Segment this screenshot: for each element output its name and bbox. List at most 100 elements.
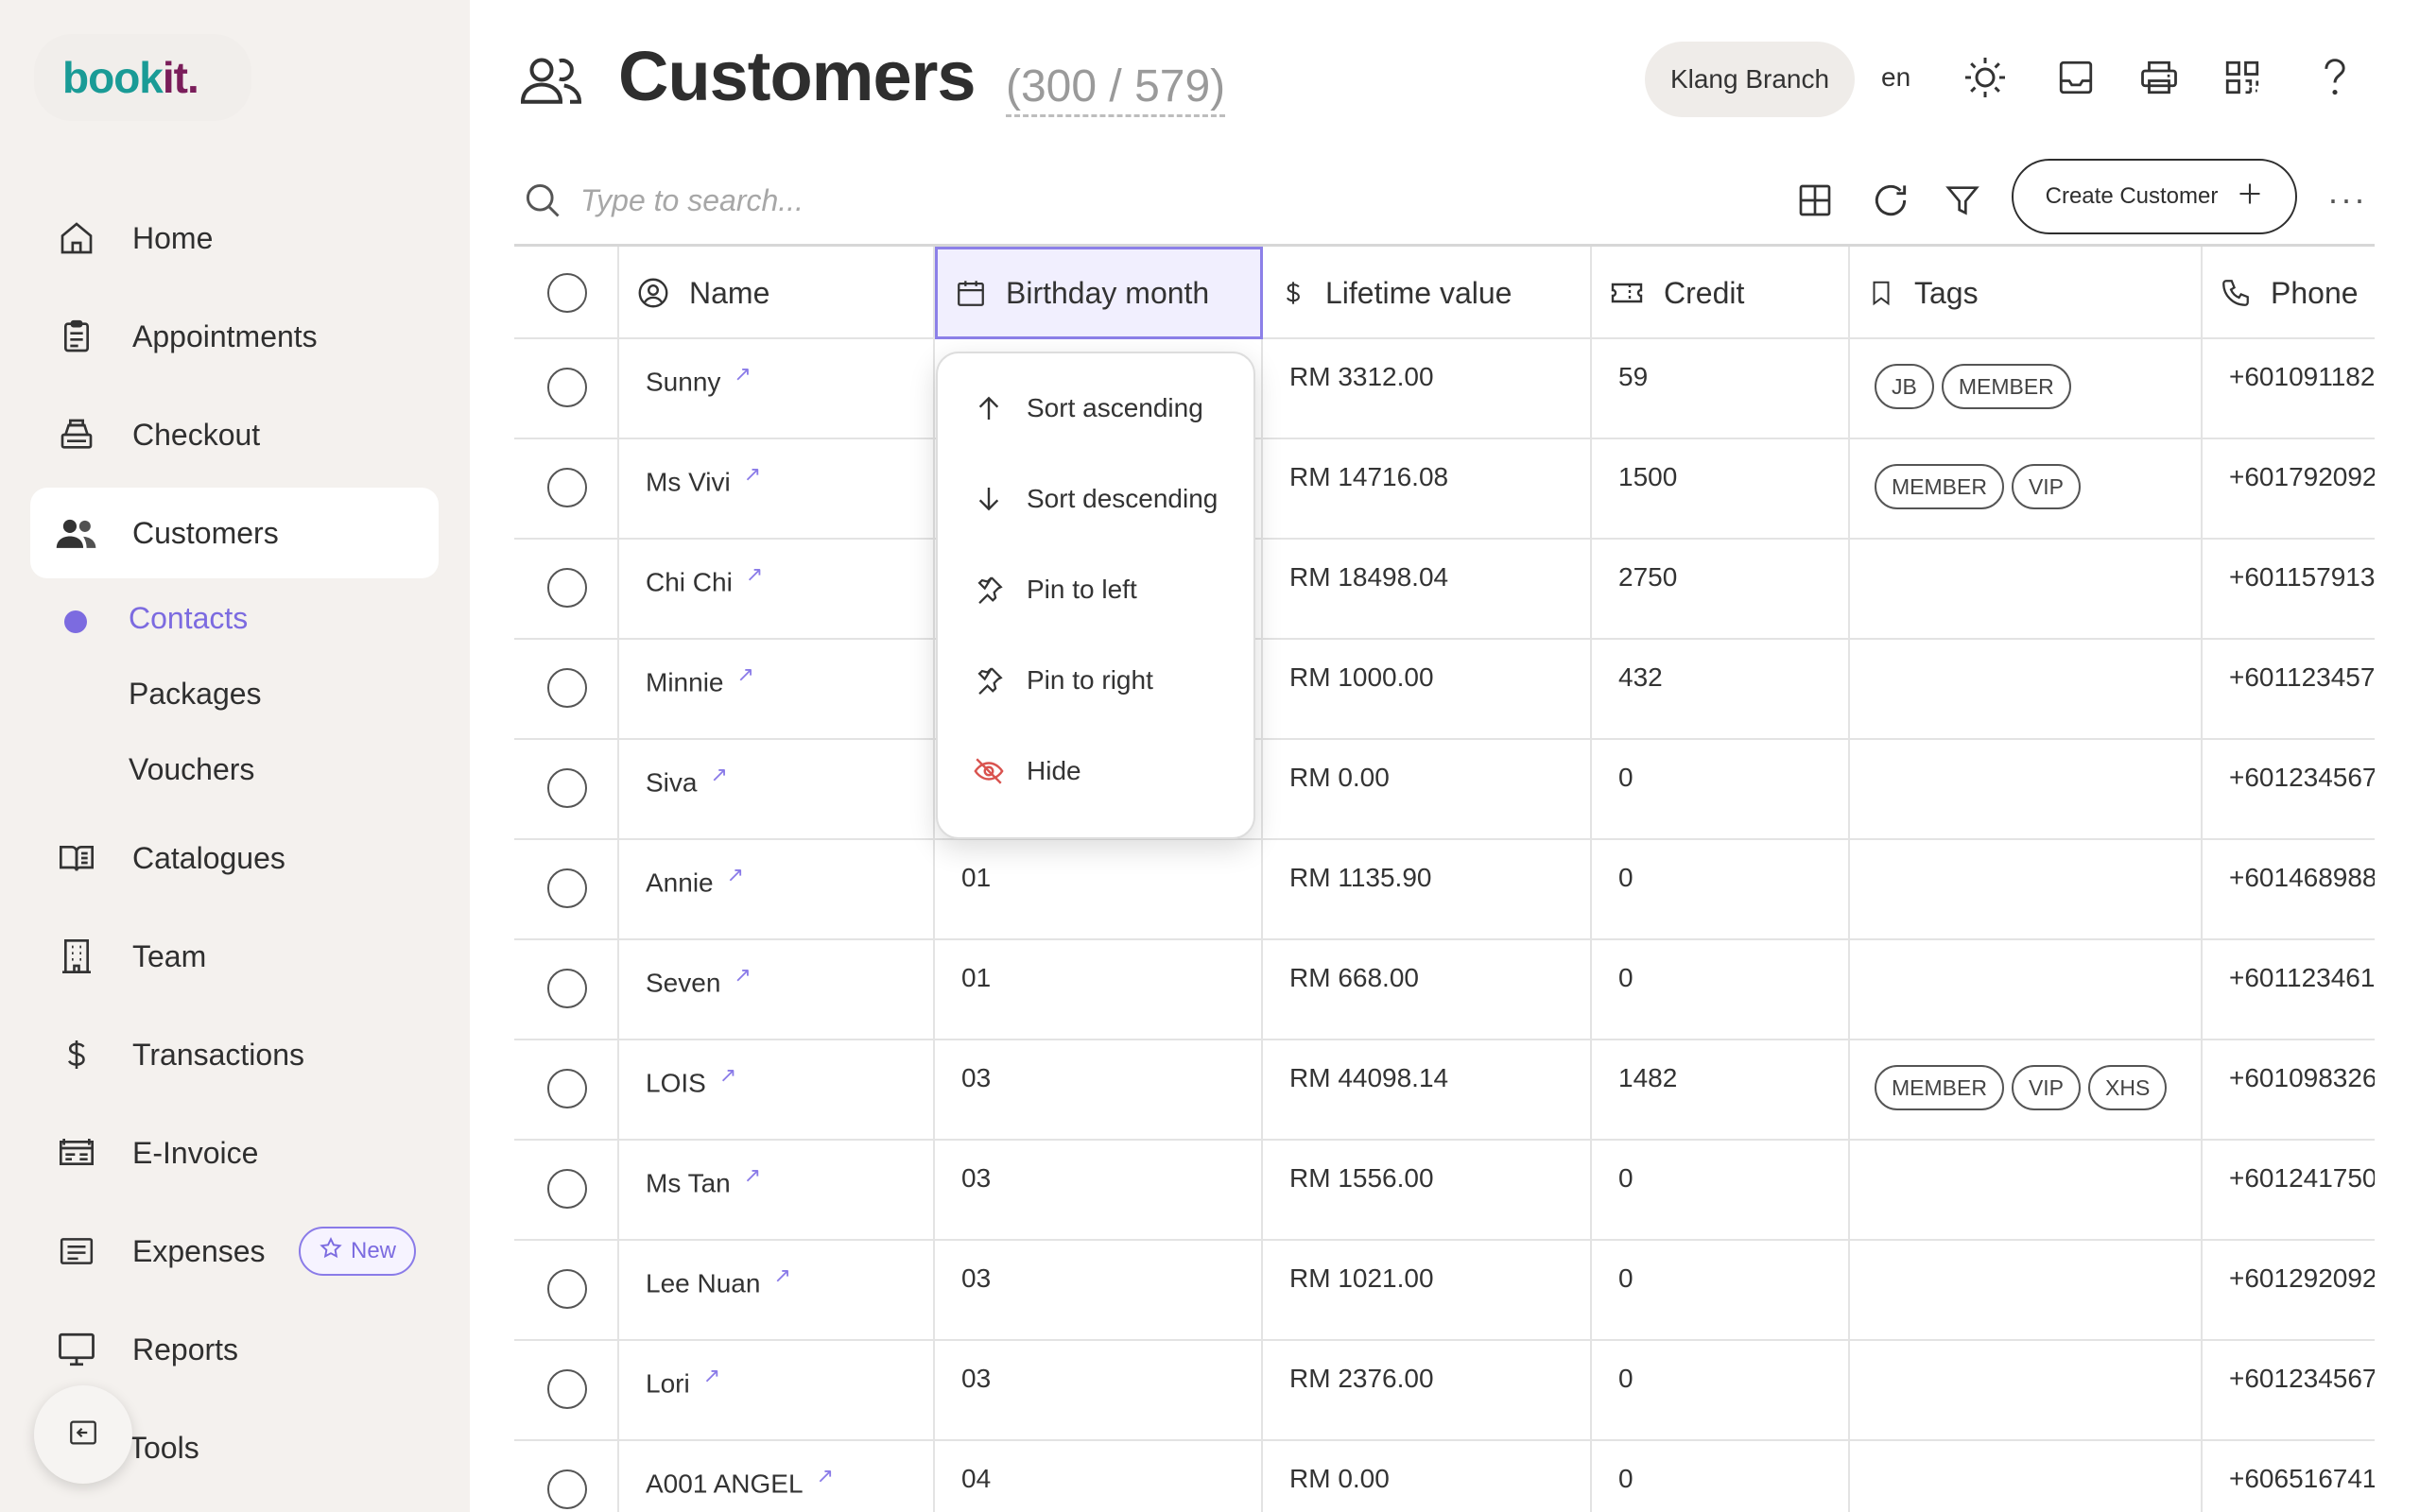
sidebar-item-e-invoice[interactable]: E-Invoice <box>30 1108 439 1198</box>
external-link-icon[interactable]: ↗ <box>727 863 744 887</box>
external-link-icon[interactable]: ↗ <box>734 362 751 387</box>
row-checkbox[interactable] <box>547 1169 587 1209</box>
customer-name-link[interactable]: Siva ↗ <box>646 763 728 798</box>
row-checkbox[interactable] <box>547 1369 587 1409</box>
branch-selector[interactable]: Klang Branch <box>1645 42 1855 117</box>
external-link-icon[interactable]: ↗ <box>734 963 751 988</box>
cell-birthday: 04 <box>935 1441 1263 1512</box>
sidebar-item-checkout[interactable]: Checkout <box>30 389 439 480</box>
external-link-icon[interactable]: ↗ <box>703 1364 720 1388</box>
language-selector[interactable]: en <box>1881 62 1910 93</box>
sidebar-item-transactions[interactable]: Transactions <box>30 1009 439 1100</box>
column-layout-button[interactable] <box>1789 176 1841 229</box>
row-checkbox[interactable] <box>547 368 587 407</box>
customer-name-link[interactable]: Annie ↗ <box>646 863 744 898</box>
customer-name-link[interactable]: Chi Chi ↗ <box>646 562 763 597</box>
sidebar-item-catalogues[interactable]: Catalogues <box>30 813 439 903</box>
customer-name: Ms Vivi <box>646 467 731 497</box>
row-checkbox[interactable] <box>547 568 587 608</box>
row-checkbox[interactable] <box>547 1069 587 1108</box>
cell-credit: 432 <box>1592 640 1850 740</box>
customer-name-link[interactable]: Sunny ↗ <box>646 362 752 397</box>
sidebar-item-reports[interactable]: Reports <box>30 1304 439 1395</box>
row-checkbox[interactable] <box>547 768 587 808</box>
row-checkbox[interactable] <box>547 668 587 708</box>
help-button[interactable] <box>2308 53 2361 106</box>
external-link-icon[interactable]: ↗ <box>719 1063 736 1088</box>
sidebar-subitem-contacts[interactable]: Contacts <box>129 601 248 636</box>
pin-to-left-option[interactable]: Pin to left <box>938 544 1257 635</box>
row-checkbox[interactable] <box>547 468 587 507</box>
column-header-tags[interactable]: Tags <box>1850 247 2203 339</box>
sidebar-item-home[interactable]: Home <box>30 193 439 284</box>
cell-tags <box>1850 1441 2203 1512</box>
hide-column-option[interactable]: Hide <box>938 726 1257 816</box>
table-row[interactable]: Minnie ↗ RM 1000.00 432 +601123457 <box>514 640 2375 740</box>
table-row[interactable]: Annie ↗ 01 RM 1135.90 0 +601468988 <box>514 840 2375 940</box>
select-all-checkbox[interactable] <box>547 273 587 313</box>
external-link-icon[interactable]: ↗ <box>817 1464 834 1488</box>
table-row[interactable]: LOIS ↗ 03 RM 44098.14 1482 MEMBER VIP XHS +60109… <box>514 1040 2375 1141</box>
more-options-button[interactable]: ··· <box>2327 180 2367 219</box>
customer-name-link[interactable]: Lee Nuan ↗ <box>646 1263 791 1298</box>
plus-icon <box>2237 180 2263 214</box>
sidebar-item-appointments[interactable]: Appointments <box>30 291 439 382</box>
customer-name: Lee Nuan <box>646 1268 761 1298</box>
table-row[interactable]: Seven ↗ 01 RM 668.00 0 +601123461 <box>514 940 2375 1040</box>
sort-descending-option[interactable]: Sort descending <box>938 454 1257 544</box>
collapse-sidebar-button[interactable] <box>34 1385 132 1484</box>
table-row[interactable]: Ms Vivi ↗ RM 14716.08 1500 MEMBER VIP +6017920… <box>514 439 2375 540</box>
customer-name-link[interactable]: Ms Tan ↗ <box>646 1163 761 1198</box>
external-link-icon[interactable]: ↗ <box>736 662 753 687</box>
table-row[interactable]: Siva ↗ RM 0.00 0 +601234567 <box>514 740 2375 840</box>
external-link-icon[interactable]: ↗ <box>773 1263 790 1288</box>
qr-code-button[interactable] <box>2216 53 2269 106</box>
cell-phone: +601157913 <box>2203 540 2375 640</box>
row-checkbox[interactable] <box>547 1269 587 1309</box>
sidebar: book it. Home Appointments Checkout Custo… <box>0 0 470 1512</box>
external-link-icon[interactable]: ↗ <box>744 462 761 487</box>
table-row[interactable]: Sunny ↗ RM 3312.00 59 JB MEMBER +601091182 <box>514 339 2375 439</box>
table-row[interactable]: Ms Tan ↗ 03 RM 1556.00 0 +601241750 <box>514 1141 2375 1241</box>
customer-count[interactable]: (300 / 579) <box>1006 60 1226 117</box>
customer-name-link[interactable]: A001 ANGEL ↗ <box>646 1464 834 1499</box>
sidebar-item-team[interactable]: Team <box>30 911 439 1002</box>
customer-name-link[interactable]: LOIS ↗ <box>646 1063 736 1098</box>
sidebar-subitem-packages[interactable]: Packages <box>129 677 262 712</box>
table-row[interactable]: A001 ANGEL ↗ 04 RM 0.00 0 +606516741 <box>514 1441 2375 1512</box>
external-link-icon[interactable]: ↗ <box>746 562 763 587</box>
inbox-button[interactable] <box>2049 53 2102 106</box>
filter-button[interactable] <box>1936 176 1989 229</box>
refresh-button[interactable] <box>1864 176 1917 229</box>
row-checkbox[interactable] <box>547 969 587 1008</box>
column-header-lifetime-value[interactable]: Lifetime value <box>1263 247 1592 339</box>
row-checkbox[interactable] <box>547 868 587 908</box>
external-link-icon[interactable]: ↗ <box>710 763 727 787</box>
row-checkbox[interactable] <box>547 1469 587 1509</box>
cell-ltv: RM 1135.90 <box>1263 840 1592 940</box>
customer-name-link[interactable]: Lori ↗ <box>646 1364 720 1399</box>
bookit-logo[interactable]: book it. <box>34 34 251 121</box>
table-row[interactable]: Lori ↗ 03 RM 2376.00 0 +601234567 <box>514 1341 2375 1441</box>
table-row[interactable]: Lee Nuan ↗ 03 RM 1021.00 0 +601292092 <box>514 1241 2375 1341</box>
sidebar-item-customers[interactable]: Customers <box>30 488 439 578</box>
create-customer-button[interactable]: Create Customer <box>2012 159 2297 234</box>
cell-credit-value: 0 <box>1618 1163 1634 1193</box>
column-header-name[interactable]: Name <box>619 247 935 339</box>
customer-name-link[interactable]: Minnie ↗ <box>646 662 754 697</box>
table-row[interactable]: Chi Chi ↗ RM 18498.04 2750 +601157913 <box>514 540 2375 640</box>
customer-name-link[interactable]: Ms Vivi ↗ <box>646 462 761 497</box>
search-input[interactable] <box>580 176 1185 225</box>
theme-toggle-button[interactable] <box>1959 53 2012 106</box>
cell-phone-value: +601157913 <box>2229 562 2375 592</box>
external-link-icon[interactable]: ↗ <box>744 1163 761 1188</box>
pin-to-right-option[interactable]: Pin to right <box>938 635 1257 726</box>
customer-name: Sunny <box>646 367 721 397</box>
print-button[interactable] <box>2133 53 2186 106</box>
sidebar-subitem-vouchers[interactable]: Vouchers <box>129 752 254 787</box>
column-header-phone[interactable]: Phone <box>2203 247 2375 339</box>
column-header-credit[interactable]: Credit <box>1592 247 1850 339</box>
sort-ascending-option[interactable]: Sort ascending <box>938 363 1257 454</box>
customer-name-link[interactable]: Seven ↗ <box>646 963 752 998</box>
column-header-birthday-month[interactable]: Birthday month <box>935 247 1263 339</box>
